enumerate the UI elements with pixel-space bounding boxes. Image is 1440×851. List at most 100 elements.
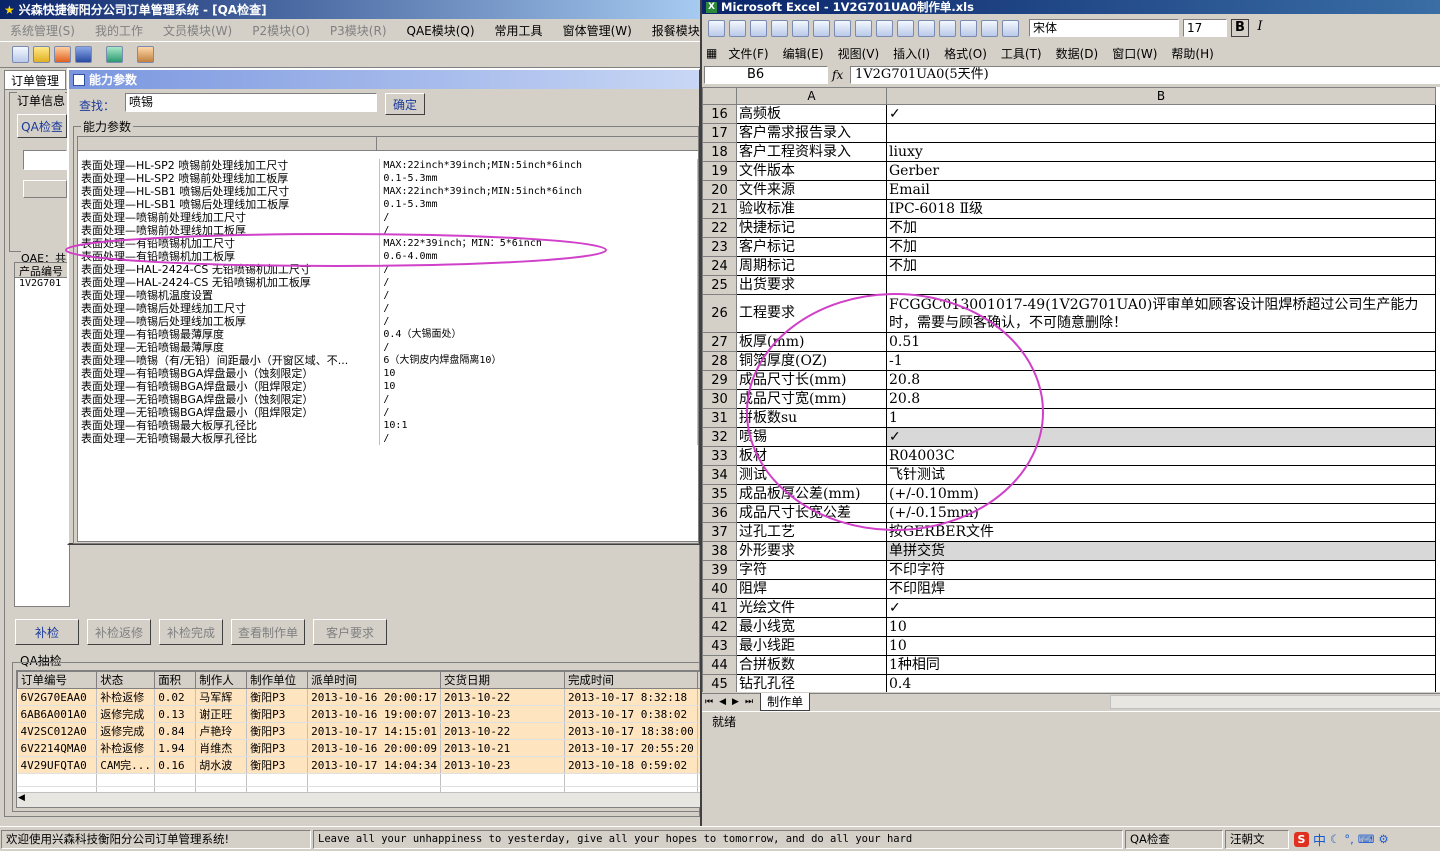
qa-check-button[interactable]: QA检查 (17, 114, 67, 138)
cell-a[interactable]: 周期标记 (736, 256, 887, 276)
list-item[interactable]: 表面处理—有铅喷锡BGA焊盘最小（蚀刻限定） 10 (78, 367, 698, 380)
qa-column-header[interactable]: 状态 (96, 671, 156, 689)
spreadsheet-grid[interactable]: AB 16 高频板 ✓ 17 客户需求报告录入 18 客户工程资料录入 liuxy 19 文件版本… (702, 87, 1440, 692)
list-item[interactable]: 表面处理—HAL-2424-CS 无铅喷锡机加工尺寸 / (78, 263, 698, 276)
menu-item-5[interactable]: QAE模块(Q) (397, 22, 485, 39)
last-sheet-icon[interactable]: ⏭ (742, 697, 756, 707)
table-row[interactable]: 4V2SC012A0 返修完成 0.84 卢艳玲 衡阳P3 2013-10-17 14:1… (17, 722, 795, 740)
table-row[interactable]: 32 喷锡 ✓ (702, 427, 1436, 447)
cell-b[interactable]: IPC-6018 Ⅱ级 (886, 199, 1436, 219)
row-header[interactable]: 23 (702, 237, 737, 257)
qa-column-header[interactable]: 制作人 (195, 671, 248, 689)
ime-mode-label[interactable]: 中 (1313, 830, 1326, 849)
table-row[interactable]: 19 文件版本 Gerber (702, 161, 1436, 181)
table-row[interactable]: 27 板厚(mm) 0.51 (702, 332, 1436, 352)
tools-icon[interactable] (137, 46, 154, 63)
cell-a[interactable]: 出货要求 (736, 275, 887, 295)
product-row[interactable]: 1V2G701 (15, 278, 69, 289)
cell-a[interactable]: 客户工程资料录入 (736, 142, 887, 162)
list-item[interactable]: 表面处理—HAL-2424-CS 无铅喷锡机加工板厚 / (78, 276, 698, 289)
table-row[interactable]: 28 铜箔厚度(OZ) -1 (702, 351, 1436, 371)
cell-a[interactable]: 成品尺寸长宽公差 (736, 503, 887, 523)
cell-b[interactable] (886, 123, 1436, 143)
punctuation-icon[interactable]: °, (1344, 832, 1353, 846)
name-box[interactable]: B6 (704, 66, 828, 84)
cell-a[interactable]: 文件版本 (736, 161, 887, 181)
keyboard-icon[interactable]: ⌨ (1358, 832, 1375, 846)
menu-item-0[interactable]: 系统管理(S) (0, 22, 85, 39)
corner-cell[interactable] (702, 87, 737, 105)
table-row[interactable]: 33 板材 R04003C (702, 446, 1436, 466)
row-header[interactable]: 30 (702, 389, 737, 409)
row-header[interactable]: 42 (702, 617, 737, 637)
save-icon[interactable] (75, 46, 92, 63)
cell-b[interactable]: 0.51 (886, 332, 1436, 352)
cell-b[interactable]: 10 (886, 636, 1436, 656)
formula-input[interactable]: 1V2G701UA0(5天件) (850, 66, 1440, 84)
cell-b[interactable]: 0.4 (886, 674, 1436, 692)
table-row[interactable]: 34 测试 飞针测试 (702, 465, 1436, 485)
cell-b[interactable]: 20.8 (886, 370, 1436, 390)
excel-menu-item-7[interactable]: 窗口(W) (1105, 45, 1164, 62)
cell-b[interactable] (886, 275, 1436, 295)
list-item[interactable]: 表面处理—喷锡（有/无铅）间距最小（开窗区域、不... 6（大铜皮内焊盘隔离10） (78, 354, 698, 367)
row-header[interactable]: 41 (702, 598, 737, 618)
paste-icon[interactable] (918, 19, 935, 37)
sheet-tab[interactable]: 制作单 (760, 693, 811, 711)
qa-sample-grid[interactable]: 订单编号 状态 面积 制作人 制作单位 派单时间 交货日期 完成时间 6V2G70EAA0 补检返… (16, 670, 796, 808)
table-row[interactable]: 16 高频板 ✓ (702, 104, 1436, 124)
cell-b[interactable]: FCGGC013001017-49(1V2G701UA0)评审单如顾客设计阻焊桥… (886, 294, 1436, 333)
list-item[interactable]: 表面处理—无铅喷锡BGA焊盘最小（蚀刻限定） / (78, 393, 698, 406)
excel-menu-item-1[interactable]: 编辑(E) (776, 45, 831, 62)
cell-b[interactable]: 不印字符 (886, 560, 1436, 580)
cell-b[interactable]: ✓ (886, 598, 1436, 618)
cell-b[interactable]: 不加 (886, 256, 1436, 276)
hyperlink-icon[interactable] (1002, 19, 1019, 37)
table-row[interactable]: 26 工程要求 FCGGC013001017-49(1V2G701UA0)评审单如顾… (702, 294, 1436, 333)
qa-column-header[interactable]: 交货日期 (440, 671, 565, 689)
qae-grid[interactable]: 产品编号 1V2G701 (14, 262, 70, 607)
table-row[interactable]: 31 拼板数su 1 (702, 408, 1436, 428)
menu-item-3[interactable]: P2模块(O) (242, 22, 320, 39)
table-row[interactable]: 22 快捷标记 不加 (702, 218, 1436, 238)
table-row[interactable]: 44 合拼板数 1种相同 (702, 655, 1436, 675)
table-row[interactable]: 36 成品尺寸长宽公差 (+/-0.15mm) (702, 503, 1436, 523)
column-header-b[interactable]: B (886, 87, 1436, 105)
table-row[interactable]: 30 成品尺寸宽(mm) 20.8 (702, 389, 1436, 409)
table-row[interactable]: 6V2214QMA0 补检返修 1.94 肖维杰 衡阳P3 2013-10-16 20:0… (17, 739, 795, 757)
cell-a[interactable]: 钻孔孔径 (736, 674, 887, 692)
grid-icon[interactable] (12, 46, 29, 63)
table-row[interactable]: 42 最小线宽 10 (702, 617, 1436, 637)
table-row[interactable]: 4V29UFQTA0 CAM完... 0.16 胡水波 衡阳P3 2013-10-17 1… (17, 756, 795, 774)
list-item[interactable]: 表面处理—有铅喷锡BGA焊盘最小（阻焊限定） 10 (78, 380, 698, 393)
scroll-left-icon[interactable]: ◀ (18, 793, 25, 803)
cell-b[interactable]: 20.8 (886, 389, 1436, 409)
folder-icon[interactable] (33, 46, 50, 63)
cell-a[interactable]: 板材 (736, 446, 887, 466)
row-header[interactable]: 24 (702, 256, 737, 276)
list-item[interactable]: 表面处理—HL-SP2 喷锡前处理线加工尺寸 MAX:22inch*39inch;… (78, 159, 698, 172)
action-button-4[interactable]: 客户要求 (313, 619, 387, 645)
table-row[interactable]: 20 文件来源 Email (702, 180, 1436, 200)
table-row[interactable]: 6AB6A001A0 返修完成 0.13 谢正旺 衡阳P3 2013-10-16 19:0… (17, 705, 795, 723)
row-header[interactable]: 21 (702, 199, 737, 219)
copy-icon[interactable] (897, 19, 914, 37)
action-button-0[interactable]: 补检 (15, 619, 79, 645)
row-header[interactable]: 44 (702, 655, 737, 675)
row-header[interactable]: 29 (702, 370, 737, 390)
cell-a[interactable]: 拼板数su (736, 408, 887, 428)
find-input[interactable]: 喷锡 (125, 93, 377, 112)
row-header[interactable]: 22 (702, 218, 737, 238)
cell-b[interactable]: 1种相同 (886, 655, 1436, 675)
cell-a[interactable]: 高频板 (736, 104, 887, 124)
excel-menu-item-4[interactable]: 格式(O) (937, 45, 994, 62)
row-header[interactable]: 17 (702, 123, 737, 143)
row-header[interactable]: 36 (702, 503, 737, 523)
table-row[interactable]: 38 外形要求 单拼交货 (702, 541, 1436, 561)
menu-item-8[interactable]: 报餐模块 (642, 22, 700, 39)
list-item[interactable]: 表面处理—无铅喷锡最薄厚度 / (78, 341, 698, 354)
list-item[interactable]: 表面处理—HL-SB1 喷锡后处理线加工板厚 0.1-5.3mm (78, 198, 698, 211)
action-button-3[interactable]: 查看制作单 (231, 619, 305, 645)
font-size-box[interactable]: 17 (1183, 19, 1227, 37)
cell-b[interactable]: -1 (886, 351, 1436, 371)
